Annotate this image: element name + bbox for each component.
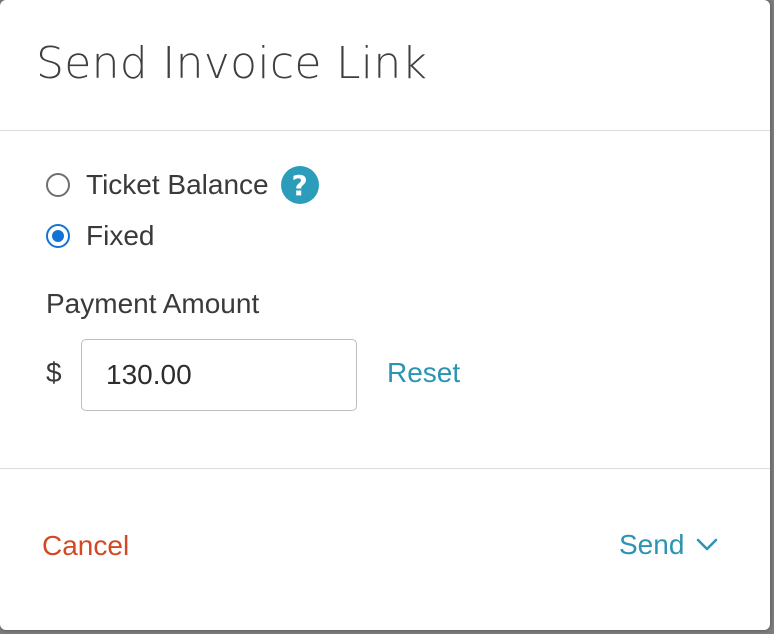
help-question-icon[interactable]: ? — [280, 166, 319, 204]
chevron-down-icon[interactable] — [696, 538, 718, 552]
send-button[interactable]: Send — [619, 529, 718, 561]
cancel-button[interactable]: Cancel — [42, 530, 129, 562]
payment-amount-label: Payment Amount — [46, 288, 260, 319]
ticket-balance-label: Ticket Balance — [86, 169, 269, 200]
send-label: Send — [619, 529, 685, 560]
footer-divider — [0, 468, 770, 469]
ticket-balance-option[interactable]: Ticket Balance ? — [46, 165, 319, 205]
fixed-label: Fixed — [86, 220, 155, 251]
currency-symbol: $ — [46, 357, 62, 388]
dialog-title: Send Invoice Link — [36, 38, 428, 89]
dialog-header: Send Invoice Link — [0, 0, 770, 131]
payment-amount-input[interactable] — [81, 339, 357, 411]
reset-link[interactable]: Reset — [387, 357, 460, 389]
ticket-balance-radio[interactable] — [46, 173, 70, 197]
send-invoice-link-dialog: Send Invoice Link Ticket Balance ? Fixed… — [0, 0, 770, 630]
fixed-option[interactable]: Fixed — [46, 216, 154, 256]
fixed-radio[interactable] — [46, 224, 70, 248]
